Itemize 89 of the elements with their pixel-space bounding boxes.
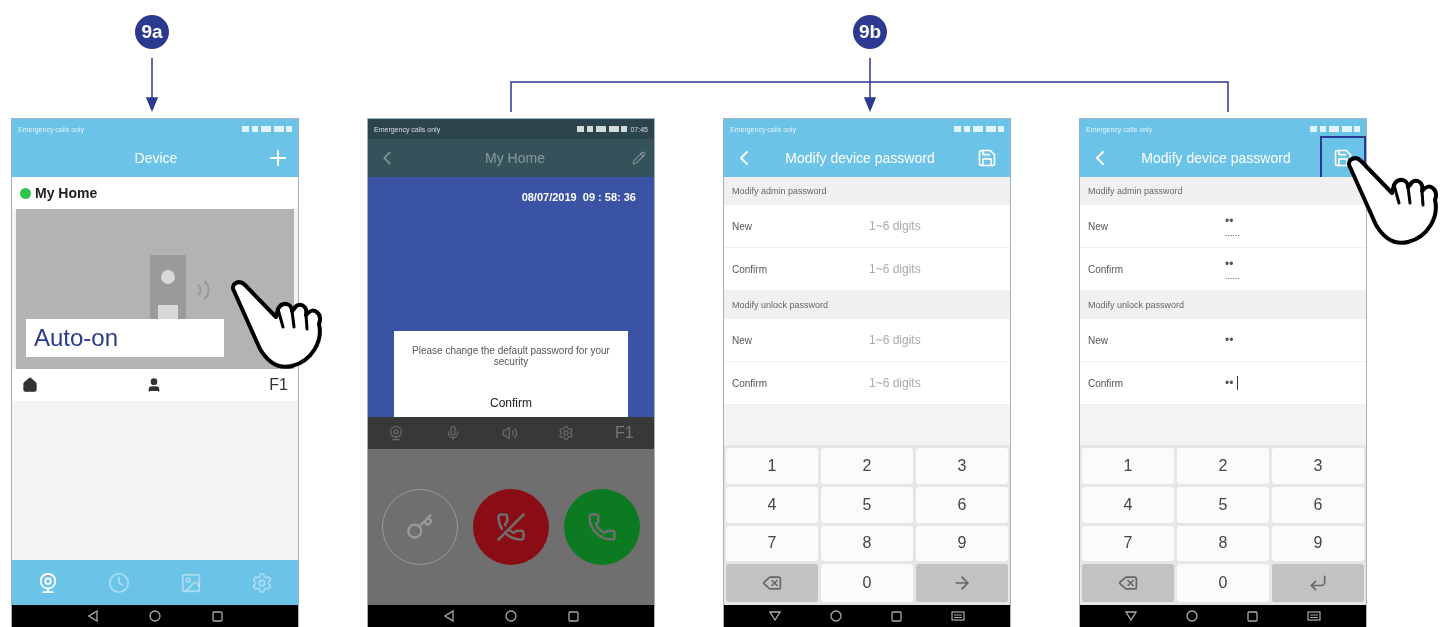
- image-icon: [179, 571, 202, 594]
- field-label: New: [731, 220, 753, 232]
- password-field[interactable]: 1~6 digits: [869, 262, 979, 276]
- section-heading: Modify admin password: [1088, 186, 1183, 196]
- save-icon: [977, 148, 997, 168]
- key-icon: [405, 513, 434, 541]
- field-label: New: [731, 334, 753, 346]
- timestamp: 08/07/2019 09 : 58: 36: [521, 191, 636, 203]
- phone-icon: [587, 512, 618, 542]
- confirm-button[interactable]: Confirm: [484, 395, 538, 411]
- digit-key[interactable]: 8: [821, 525, 913, 562]
- function-label[interactable]: F1: [269, 376, 288, 394]
- field-label: Confirm: [731, 377, 768, 389]
- status-icons: [577, 125, 628, 133]
- digit-key[interactable]: 9: [916, 525, 1008, 562]
- home-icon[interactable]: [148, 610, 161, 622]
- password-field[interactable]: ••: [1225, 333, 1335, 347]
- screen-title: Device: [134, 150, 178, 166]
- digit-key[interactable]: 0: [1177, 564, 1269, 602]
- section-heading: Modify admin password: [732, 186, 827, 196]
- section-heading: Modify unlock password: [1088, 300, 1185, 310]
- section-heading: Modify unlock password: [732, 300, 829, 310]
- digit-key[interactable]: 0: [821, 564, 913, 602]
- password-field[interactable]: ••: [1225, 376, 1238, 390]
- camera-icon[interactable]: [388, 425, 405, 441]
- recents-icon[interactable]: [567, 610, 579, 622]
- password-field[interactable]: ••: [1225, 257, 1335, 271]
- back-icon[interactable]: [443, 610, 454, 622]
- backspace-key[interactable]: [726, 564, 818, 602]
- digit-key[interactable]: 4: [726, 486, 818, 523]
- step-badge: 9a: [135, 15, 169, 49]
- digit-key[interactable]: 2: [821, 448, 913, 484]
- field-label: Confirm: [731, 263, 768, 275]
- digit-key[interactable]: 2: [1177, 448, 1269, 484]
- status-icons: [954, 125, 1004, 133]
- recents-icon[interactable]: [891, 610, 903, 622]
- keyboard-icon[interactable]: [1307, 611, 1322, 621]
- recents-icon[interactable]: [1247, 610, 1259, 622]
- edit-icon[interactable]: [632, 151, 646, 165]
- microphone-icon[interactable]: [445, 425, 461, 441]
- digit-key[interactable]: 3: [1272, 448, 1364, 484]
- callout-label: Auto-on: [26, 319, 224, 357]
- back-icon[interactable]: [768, 611, 781, 621]
- digit-key[interactable]: 8: [1177, 525, 1269, 562]
- field-label: New: [1087, 334, 1109, 346]
- return-icon: [1308, 573, 1328, 594]
- digit-key[interactable]: 4: [1082, 486, 1174, 523]
- backspace-key[interactable]: [1082, 564, 1174, 602]
- password-field[interactable]: 1~6 digits: [869, 333, 979, 347]
- home-icon[interactable]: [504, 610, 517, 622]
- home-icon[interactable]: [1185, 610, 1198, 622]
- save-icon: [1333, 148, 1353, 168]
- password-field[interactable]: 1~6 digits: [869, 219, 979, 233]
- step-badge: 9b: [853, 15, 887, 49]
- home-icon[interactable]: [829, 610, 842, 622]
- field-label: Confirm: [1087, 263, 1124, 275]
- device-name[interactable]: My Home: [35, 185, 98, 201]
- digit-key[interactable]: 1: [726, 448, 818, 484]
- digit-key[interactable]: 1: [1082, 448, 1174, 484]
- settings-icon[interactable]: [558, 425, 575, 441]
- digit-key[interactable]: 6: [1272, 486, 1364, 523]
- screen-title: Modify device password: [785, 150, 935, 166]
- dialog-message: Please change the default password for your security: [411, 345, 611, 367]
- digit-key[interactable]: 5: [821, 486, 913, 523]
- password-field[interactable]: ••: [1225, 214, 1335, 228]
- digit-key[interactable]: 9: [1272, 525, 1364, 562]
- field-label: Confirm: [1087, 377, 1124, 389]
- status-icons: [242, 125, 292, 133]
- recents-icon[interactable]: [211, 610, 223, 622]
- home-icon[interactable]: [22, 377, 38, 393]
- digit-key[interactable]: 3: [916, 448, 1008, 484]
- digit-key[interactable]: 7: [726, 525, 818, 562]
- password-field[interactable]: 1~6 digits: [869, 376, 979, 390]
- settings-icon: [251, 571, 274, 594]
- phone-off-icon: [496, 512, 526, 542]
- keyboard-icon[interactable]: [951, 611, 966, 621]
- back-icon[interactable]: [1124, 611, 1137, 621]
- status-icons: [1310, 125, 1360, 133]
- digit-key[interactable]: 6: [916, 486, 1008, 523]
- screen-title: Modify device password: [1141, 150, 1291, 166]
- screen-title: My Home: [485, 150, 545, 166]
- back-icon[interactable]: [87, 610, 98, 622]
- clock-icon: [108, 571, 131, 594]
- digit-key[interactable]: 5: [1177, 486, 1269, 523]
- pointer-arrow: [145, 57, 159, 112]
- digit-key[interactable]: 7: [1082, 525, 1174, 562]
- pointer-arrow: [863, 57, 877, 112]
- field-label: New: [1087, 220, 1109, 232]
- speaker-icon[interactable]: [501, 425, 518, 441]
